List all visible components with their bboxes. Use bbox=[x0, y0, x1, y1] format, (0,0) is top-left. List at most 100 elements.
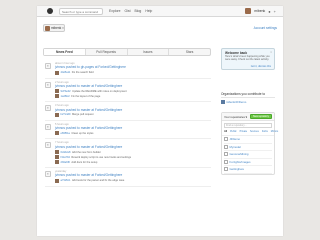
event-title[interactable]: jvinnos pushed to master at Forked/Getti… bbox=[55, 126, 211, 130]
commit-message: Clean up the styles bbox=[71, 131, 94, 135]
commit-row: b27c4d9 Merge pull request bbox=[55, 112, 211, 117]
push-icon: ▪ bbox=[45, 63, 51, 69]
feed-event: ▪ 2 hours ago jvinnos pushed to master a… bbox=[45, 79, 211, 103]
repo-tab-public[interactable]: Public bbox=[230, 130, 237, 133]
event-title[interactable]: jvinnos pushed to master at Forked/Getti… bbox=[55, 173, 211, 177]
commit-message: Update the README with notes on deployme… bbox=[72, 89, 127, 93]
commit-sha[interactable]: e83f51a bbox=[61, 132, 70, 135]
repo-tab-all[interactable]: All bbox=[224, 130, 227, 133]
nav-gist[interactable]: Gist bbox=[125, 9, 131, 13]
commit-message: Add tests for the parser and fix the edg… bbox=[71, 179, 125, 183]
context-bar: mibenk ▾ Account settings bbox=[43, 23, 279, 35]
repository-name: JFDemo bbox=[229, 137, 241, 142]
repository-item[interactable]: GenomeMining bbox=[224, 151, 272, 159]
commit-message: Rework deploy script to use new hooks an… bbox=[71, 155, 132, 159]
commit-message: Fix the search field bbox=[71, 71, 94, 75]
tab-stars[interactable]: Stars bbox=[169, 49, 210, 55]
commit-sha[interactable]: f41a7b3 bbox=[61, 156, 70, 159]
commit-message: Add the new form builder bbox=[71, 150, 101, 154]
tab-news-feed[interactable]: News Feed bbox=[44, 49, 86, 55]
chevron-down-icon: ▾ bbox=[62, 26, 64, 30]
user-area: mibenk ● + bbox=[245, 8, 276, 14]
push-icon: ▪ bbox=[45, 142, 51, 149]
context-switcher[interactable]: mibenk ▾ bbox=[43, 24, 65, 32]
avatar bbox=[55, 70, 59, 75]
commit-sha[interactable]: a73d5c1 bbox=[61, 179, 71, 182]
commit-sha[interactable]: 44c8a11 bbox=[61, 71, 71, 74]
avatar[interactable] bbox=[245, 8, 252, 14]
nav-help[interactable]: Help bbox=[145, 9, 152, 13]
feed-event: ▪ 3 hours ago jvinnos pushed to master a… bbox=[45, 102, 211, 121]
commit-sha[interactable]: 6c0d2e8 bbox=[61, 151, 71, 154]
repo-icon bbox=[224, 159, 228, 164]
repository-item[interactable]: JFDemo bbox=[224, 136, 272, 144]
news-feed: ▪ about 1 hour ago jvinnos pushed to gh-… bbox=[45, 60, 211, 187]
notifications-icon[interactable]: ● bbox=[268, 9, 270, 14]
avatar bbox=[55, 112, 59, 117]
push-icon: ▪ bbox=[45, 105, 51, 112]
tab-issues[interactable]: Issues bbox=[128, 49, 170, 55]
repositories-heading: Your repositories 9 bbox=[224, 115, 247, 119]
organization-item[interactable]: mibenk/JFDemo bbox=[221, 100, 275, 104]
repo-tab-forks[interactable]: Forks bbox=[262, 130, 268, 133]
repo-tab-private[interactable]: Private bbox=[240, 130, 247, 133]
event-title[interactable]: jvinnos pushed to master at Forked/Getti… bbox=[55, 108, 211, 112]
commit-message: Merge pull request bbox=[71, 113, 94, 117]
repo-tab-sources[interactable]: Sources bbox=[250, 130, 259, 133]
username-link[interactable]: mibenk bbox=[254, 9, 265, 13]
commit-row: 9d7be02 Update the README with notes on … bbox=[55, 89, 211, 94]
repo-tab-mirrors[interactable]: Mirrors bbox=[271, 130, 278, 133]
avatar bbox=[45, 25, 50, 31]
repositories-header: Your repositories 9 New repository bbox=[222, 113, 274, 121]
repository-filter-input[interactable]: Find a repository... bbox=[224, 123, 272, 128]
avatar bbox=[55, 94, 59, 99]
repository-item[interactable]: Mymodel bbox=[224, 144, 272, 151]
commit-message: Fix the layout of the page bbox=[71, 94, 101, 98]
logo-icon[interactable] bbox=[47, 8, 53, 14]
repository-name: Forrights/Images bbox=[229, 159, 251, 164]
repo-icon bbox=[224, 152, 228, 157]
commit-row: 44c8a11 Fix the search field bbox=[55, 70, 211, 75]
page: Explore Gist Blog Help mibenk ● + mibenk… bbox=[37, 6, 283, 236]
event-title[interactable]: jvinnos pushed to master at Forked/Getti… bbox=[55, 145, 211, 149]
account-settings-link[interactable]: Account settings bbox=[254, 26, 277, 30]
avatar bbox=[55, 89, 59, 94]
event-title[interactable]: jvinnos pushed to master at Forked/Getti… bbox=[55, 84, 211, 88]
event-title[interactable]: jvinnos pushed to gh-pages at Forked/Get… bbox=[55, 65, 211, 69]
avatar bbox=[55, 155, 59, 160]
feed-event: ▪ yesterday jvinnos pushed to master at … bbox=[45, 168, 211, 187]
avatar bbox=[221, 100, 225, 104]
close-icon[interactable]: × bbox=[270, 50, 272, 54]
repository-item[interactable]: Forrights/Images bbox=[224, 159, 272, 166]
commit-row: 2b9e6f0 Add docs for the setup bbox=[55, 160, 211, 165]
feed-event: ▪ 7 hours ago jvinnos pushed to master a… bbox=[45, 139, 211, 169]
commit-row: a73d5c1 Add tests for the parser and fix… bbox=[55, 178, 211, 183]
context-switcher-label: mibenk bbox=[51, 26, 62, 30]
repositories-count: 9 bbox=[245, 114, 248, 119]
organizations-heading: Organizations you contribute to bbox=[221, 92, 275, 98]
nav-explore[interactable]: Explore bbox=[109, 9, 121, 13]
new-repository-button[interactable]: New repository bbox=[250, 114, 272, 119]
push-icon: ▪ bbox=[45, 81, 51, 88]
repository-item[interactable]: Gettinghere bbox=[224, 166, 272, 174]
repository-name: GenomeMining bbox=[229, 152, 249, 157]
commit-sha[interactable]: 9d7be02 bbox=[61, 90, 71, 93]
commit-sha[interactable]: b27c4d9 bbox=[61, 113, 71, 116]
avatar bbox=[55, 178, 59, 183]
commit-row: 6c0d2e8 Add the new form builder bbox=[55, 150, 211, 155]
dashboard-tabs: News Feed Pull Requests Issues Stars bbox=[43, 48, 211, 56]
avatar bbox=[55, 131, 59, 136]
feed-event: ▪ about 1 hour ago jvinnos pushed to gh-… bbox=[45, 60, 211, 79]
commit-sha[interactable]: 1a4f9c2 bbox=[61, 95, 70, 98]
nav-blog[interactable]: Blog bbox=[135, 9, 142, 13]
search-input[interactable] bbox=[59, 8, 103, 15]
repo-icon bbox=[224, 144, 228, 149]
repositories-heading-text: Your repositories bbox=[224, 114, 245, 119]
add-icon[interactable]: + bbox=[274, 9, 276, 14]
commit-message: Add docs for the setup bbox=[71, 160, 98, 164]
tab-pull-requests[interactable]: Pull Requests bbox=[86, 49, 128, 55]
notice-dismiss-link[interactable]: Got it, dismiss this bbox=[251, 65, 271, 68]
commit-sha[interactable]: 2b9e6f0 bbox=[61, 161, 70, 164]
commit-row: 1a4f9c2 Fix the layout of the page bbox=[55, 94, 211, 99]
welcome-notice: × Welcome back Here's what's been happen… bbox=[221, 48, 275, 70]
